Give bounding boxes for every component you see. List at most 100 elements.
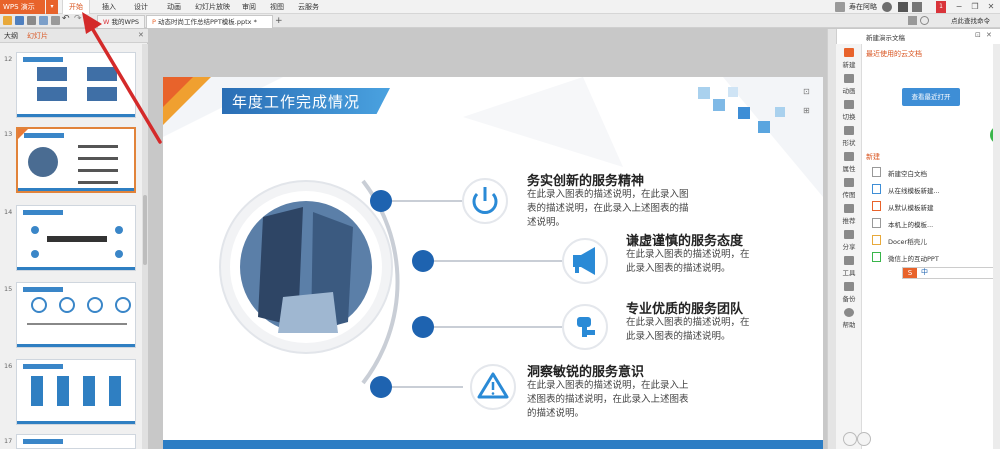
close-pane-icon[interactable]: ✕ (986, 31, 992, 39)
search-icon[interactable] (920, 16, 929, 25)
print-preview-icon[interactable] (39, 16, 48, 25)
side-tab-shape[interactable]: 形状 (838, 137, 860, 147)
item-desc-1[interactable]: 在此录入图表的描述说明，在此录入图表的描述说明，在此录入上述图表的描述说明。 (527, 188, 695, 230)
new-blank-doc[interactable]: 新建空白文档 (888, 168, 927, 178)
help-circle-icon[interactable] (844, 308, 854, 317)
tools-icon[interactable] (844, 256, 854, 265)
properties-icon[interactable] (844, 152, 854, 161)
slide-title[interactable]: 年度工作完成情况 (232, 91, 360, 112)
pin-icon[interactable]: ⊡ (975, 31, 981, 39)
slide-option-icon[interactable]: ⊡ (803, 87, 810, 96)
deco-square (728, 87, 738, 97)
user-menu-icon[interactable] (882, 2, 892, 12)
avatar[interactable] (835, 2, 845, 12)
side-tab-new[interactable]: 新建 (838, 59, 860, 69)
wechat-interactive-ppt[interactable]: 微信上的互动PPT (888, 253, 939, 263)
tab-outline[interactable]: 大纲 (4, 31, 18, 41)
deco-square (758, 121, 770, 133)
annotation-arrow (82, 12, 162, 144)
slide-thumbnail-16[interactable] (16, 359, 136, 425)
minimize-button[interactable]: − (952, 0, 966, 14)
share-icon[interactable] (844, 230, 854, 239)
menu-view[interactable]: 视图 (264, 0, 290, 14)
docer-icon (872, 235, 881, 245)
docer-link[interactable]: Docer稻壳儿 (888, 236, 927, 246)
print-icon[interactable] (27, 16, 36, 25)
shape-icon[interactable] (844, 126, 854, 135)
new-tab-button[interactable]: + (275, 15, 283, 27)
thumb-number: 15 (4, 285, 13, 293)
backup-icon[interactable] (844, 282, 854, 291)
wechat-icon (872, 252, 881, 262)
slide-thumbnail-17[interactable] (16, 434, 136, 449)
save-icon[interactable] (15, 16, 24, 25)
timeline-dot (412, 250, 434, 272)
task-pane-scrollbar[interactable] (993, 44, 1000, 449)
building-shape (278, 292, 338, 333)
export-pdf-icon[interactable] (51, 16, 60, 25)
animation-icon[interactable] (844, 74, 854, 83)
command-search[interactable]: 点此查找命令 (951, 15, 990, 28)
menu-cloud[interactable]: 云服务 (292, 0, 325, 14)
menu-review[interactable]: 审阅 (236, 0, 262, 14)
item-desc-3[interactable]: 在此录入图表的描述说明，在此录入图表的描述说明。 (626, 316, 751, 344)
timeline-dot (370, 190, 392, 212)
collapse-icon[interactable] (908, 16, 917, 25)
side-tab-backup[interactable]: 备份 (838, 293, 860, 303)
tab-slides[interactable]: 幻灯片 (27, 31, 48, 41)
item-title-3[interactable]: 专业优质的服务团队 (626, 298, 743, 317)
help-icon[interactable] (912, 2, 922, 12)
sogou-ime-icon[interactable]: S (903, 268, 917, 278)
deco-square (775, 107, 785, 117)
decorative-circle (843, 432, 857, 446)
bg-shape (463, 77, 623, 167)
timeline-dot (370, 376, 392, 398)
side-tab-transition[interactable]: 切换 (838, 111, 860, 121)
ime-mode-icon[interactable]: 中 (921, 267, 928, 277)
deco-square (698, 87, 710, 99)
slide-option-icon[interactable]: ⊞ (803, 106, 810, 115)
skin-icon[interactable] (898, 2, 908, 12)
new-icon[interactable] (844, 48, 854, 57)
item-title-2[interactable]: 谦虚谨慎的服务态度 (626, 230, 743, 249)
side-tab-animation[interactable]: 动画 (838, 85, 860, 95)
side-tab-properties[interactable]: 属性 (838, 163, 860, 173)
slide-thumbnail-15[interactable] (16, 282, 136, 348)
item-title-4[interactable]: 洞察敏锐的服务意识 (527, 361, 644, 380)
blank-doc-icon (872, 167, 881, 177)
decorative-circle (857, 432, 871, 446)
user-name[interactable]: 寿在阿略 (849, 0, 877, 14)
side-tab-image[interactable]: 传图 (838, 189, 860, 199)
thumb-number: 13 (4, 130, 13, 138)
menu-slideshow[interactable]: 幻灯片放映 (189, 0, 236, 14)
close-window-button[interactable]: ✕ (984, 0, 998, 14)
new-from-default-template[interactable]: 从默认模板新建 (888, 202, 934, 212)
open-folder-icon[interactable] (3, 16, 12, 25)
app-menu-dropdown[interactable]: ▾ (46, 0, 58, 14)
view-recent-button[interactable]: 查看最近打开 (902, 88, 960, 106)
item-desc-4[interactable]: 在此录入图表的描述说明，在此录入上述图表的描述说明，在此录入上述图表的描述说明。 (527, 379, 695, 421)
restore-button[interactable]: ❐ (968, 0, 982, 14)
new-from-online-template[interactable]: 从在线模板新建... (888, 185, 940, 195)
side-tab-recommend[interactable]: 推荐 (838, 215, 860, 225)
item-desc-2[interactable]: 在此录入图表的描述说明，在此录入图表的描述说明。 (626, 248, 751, 276)
recent-cloud-docs-label: 最近使用的云文档 (866, 50, 922, 58)
slides-scrollbar-thumb[interactable] (143, 195, 147, 265)
side-tab-share[interactable]: 分享 (838, 241, 860, 251)
local-template-icon (872, 218, 881, 228)
new-section-label: 新建 (866, 153, 880, 161)
undo-icon[interactable]: ↶ (62, 14, 70, 24)
default-template-icon (872, 201, 881, 211)
slide-thumbnail-14[interactable] (16, 205, 136, 271)
recommend-icon[interactable] (844, 204, 854, 213)
app-logo-button[interactable]: WPS 演示 (0, 0, 45, 14)
item-title-1[interactable]: 务实创新的服务精神 (527, 170, 644, 189)
notification-badge[interactable]: 1 (936, 1, 946, 13)
side-tab-tools[interactable]: 工具 (838, 267, 860, 277)
canvas-scrollbar[interactable] (827, 29, 836, 449)
image-icon[interactable] (844, 178, 854, 187)
side-tab-help[interactable]: 帮助 (838, 319, 860, 329)
local-templates[interactable]: 本机上的模板... (888, 219, 933, 229)
transition-icon[interactable] (844, 100, 854, 109)
thumb-number: 12 (4, 55, 13, 63)
